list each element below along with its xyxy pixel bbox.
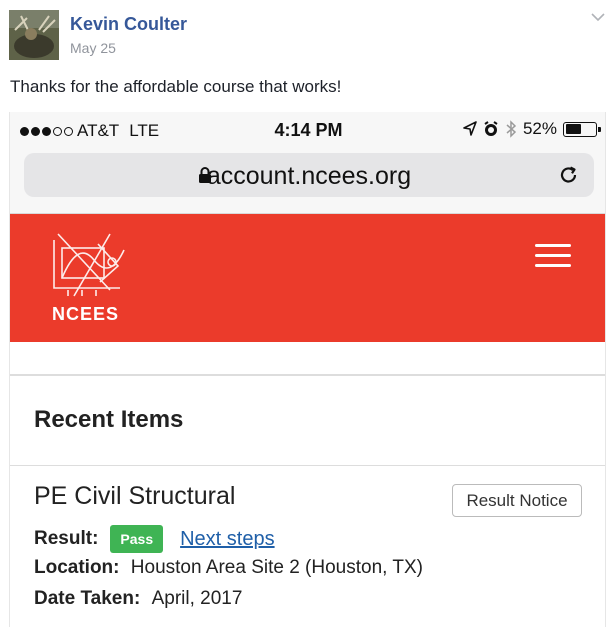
result-label: Result: [34, 528, 99, 549]
location-row: Location: Houston Area Site 2 (Houston, … [34, 557, 423, 579]
status-bar: AT&T LTE 4:14 PM 52% [10, 112, 605, 148]
reload-icon[interactable] [558, 164, 580, 186]
post-image[interactable]: AT&T LTE 4:14 PM 52% account.ncees.org N… [9, 112, 606, 627]
ncees-logo-icon[interactable] [50, 230, 130, 300]
browser-toolbar: account.ncees.org [10, 148, 605, 214]
status-badge: Pass [110, 525, 164, 553]
post-author[interactable]: Kevin Coulter [70, 14, 187, 35]
location-value: Houston Area Site 2 (Houston, TX) [130, 557, 423, 578]
date-value: April, 2017 [151, 588, 243, 609]
status-icons: 52% [463, 119, 601, 139]
date-label: Date Taken: [34, 588, 146, 609]
battery-icon [563, 121, 601, 137]
post-text: Thanks for the affordable course that wo… [10, 77, 342, 96]
avatar[interactable] [9, 10, 59, 60]
header-spacer [10, 342, 605, 376]
chevron-down-icon[interactable] [590, 10, 606, 22]
result-notice-button[interactable]: Result Notice [452, 484, 582, 517]
location-label: Location: [34, 557, 125, 578]
date-row: Date Taken: April, 2017 [34, 588, 242, 610]
address-bar[interactable]: account.ncees.org [24, 153, 594, 197]
section-title: Recent Items [34, 406, 184, 433]
result-row: Result: Pass Next steps [34, 525, 275, 553]
next-steps-link[interactable]: Next steps [180, 528, 274, 551]
post-date[interactable]: May 25 [70, 40, 116, 56]
divider [10, 465, 605, 466]
location-arrow-icon [463, 121, 477, 136]
exam-title: PE Civil Structural [34, 482, 236, 510]
ncees-logo-text[interactable]: NCEES [52, 304, 119, 325]
menu-icon[interactable] [535, 244, 571, 270]
url-text[interactable]: account.ncees.org [24, 162, 594, 191]
battery-percent: 52% [522, 119, 557, 138]
site-header: NCEES [10, 214, 605, 342]
bluetooth-icon [506, 120, 517, 138]
alarm-clock-icon [484, 121, 498, 136]
